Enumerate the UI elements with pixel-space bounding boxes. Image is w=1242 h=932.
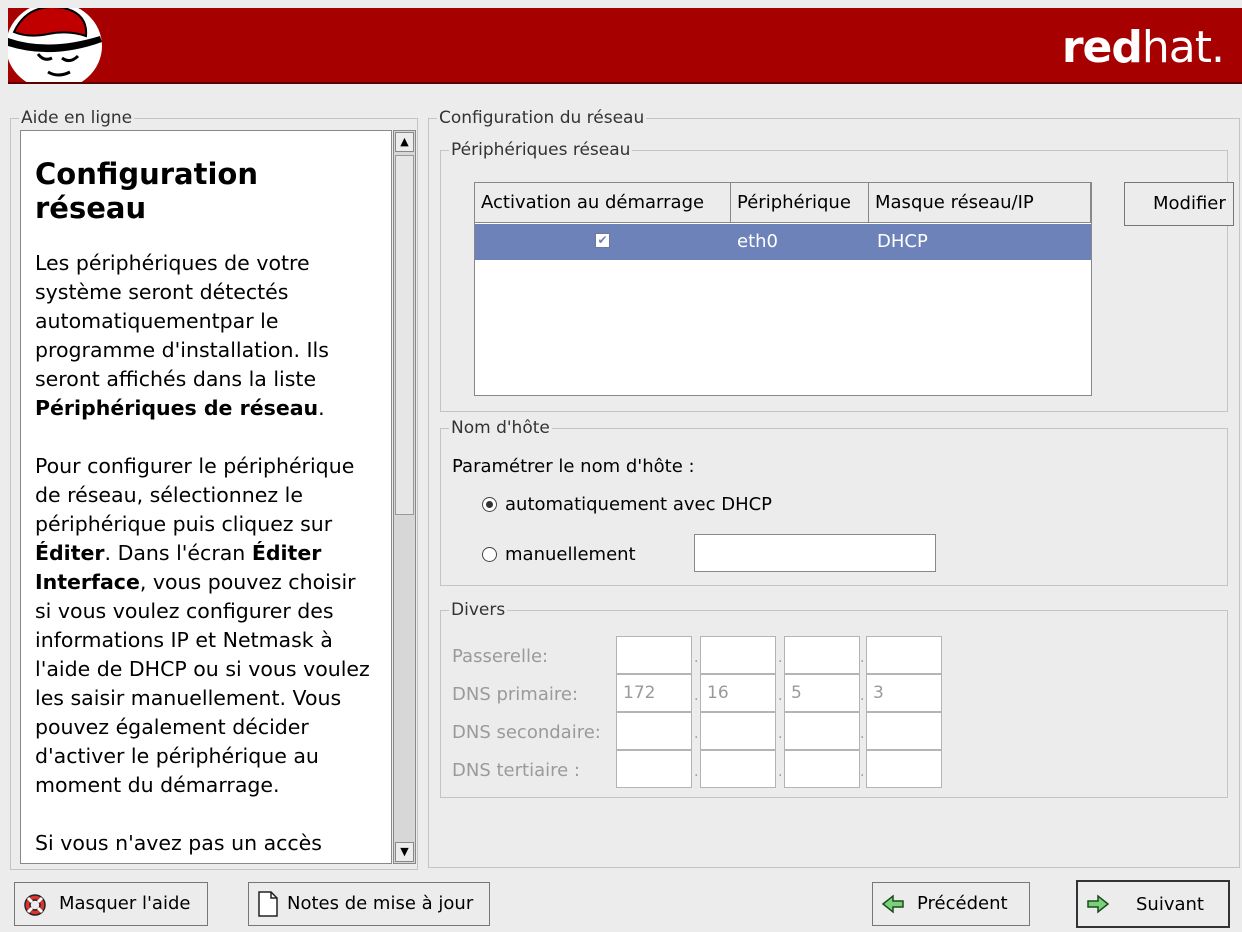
column-header-mask[interactable]: Masque réseau/IP — [869, 183, 1091, 223]
devices-table[interactable]: Activation au démarrage Périphérique Mas… — [474, 182, 1092, 396]
modify-button[interactable]: Modifier — [1124, 182, 1234, 226]
dns-secondary-label: DNS secondaire: — [452, 722, 601, 743]
dns3-octet-1[interactable] — [616, 750, 692, 788]
misc-frame-title: Divers — [449, 600, 508, 620]
device-cell: eth0 — [737, 231, 778, 252]
network-config-title: Configuration du réseau — [437, 108, 647, 128]
help-paragraph-1: Les périphériques de votre système seron… — [35, 251, 329, 420]
help-paragraph-3: Si vous n'avez pas un accès — [35, 831, 322, 855]
installer-window: redhat. Aide en ligne Configuration rése… — [0, 0, 1242, 932]
help-paragraph-2: Pour configurer le périphérique de résea… — [35, 454, 370, 797]
radio-auto-dhcp[interactable]: automatiquement avec DHCP — [482, 494, 772, 515]
table-row[interactable]: ✔ eth0 DHCP — [475, 224, 1091, 260]
back-button[interactable]: Précédent — [872, 882, 1030, 926]
dns1-octet-3[interactable]: 5 — [784, 674, 860, 712]
dns1-octet-4[interactable]: 3 — [866, 674, 942, 712]
hostname-input[interactable] — [694, 534, 936, 572]
mask-cell: DHCP — [877, 231, 928, 252]
column-header-device[interactable]: Périphérique — [731, 183, 869, 223]
hide-help-button[interactable]: Masquer l'aide — [14, 882, 208, 926]
header-banner: redhat. — [8, 8, 1242, 84]
dns-primary-label: DNS primaire: — [452, 684, 579, 705]
dns3-octet-2[interactable] — [700, 750, 776, 788]
dns2-octet-2[interactable] — [700, 712, 776, 750]
dns2-octet-3[interactable] — [784, 712, 860, 750]
next-button[interactable]: Suivant — [1076, 880, 1230, 928]
gateway-octet-4[interactable] — [866, 636, 942, 674]
scroll-down-arrow-icon[interactable]: ▼ — [395, 842, 414, 862]
dns2-octet-4[interactable] — [866, 712, 942, 750]
dns-tertiary-label: DNS tertiaire : — [452, 760, 580, 781]
radio-unselected-icon[interactable] — [482, 547, 497, 562]
scrollbar-thumb[interactable] — [395, 155, 414, 515]
help-heading: Configuration réseau — [35, 157, 258, 225]
dns3-octet-3[interactable] — [784, 750, 860, 788]
gateway-octet-2[interactable] — [700, 636, 776, 674]
document-icon — [258, 891, 278, 917]
help-scrollbar[interactable]: ▲ ▼ — [393, 130, 416, 864]
radio-manual[interactable]: manuellement — [482, 544, 636, 565]
devices-frame-title: Périphériques réseau — [449, 140, 633, 160]
hostname-prompt: Paramétrer le nom d'hôte : — [452, 456, 695, 477]
scroll-up-arrow-icon[interactable]: ▲ — [395, 132, 414, 152]
hostname-frame-title: Nom d'hôte — [449, 418, 552, 438]
activation-checkbox[interactable]: ✔ — [595, 233, 610, 248]
dns2-octet-1[interactable] — [616, 712, 692, 750]
dns1-octet-1[interactable]: 172 — [616, 674, 692, 712]
gateway-octet-3[interactable] — [784, 636, 860, 674]
radio-selected-icon[interactable] — [482, 497, 497, 512]
gateway-label: Passerelle: — [452, 646, 549, 667]
redhat-wordmark: redhat. — [1061, 22, 1225, 73]
help-text-view[interactable]: Configuration réseau Les périphériques d… — [20, 130, 392, 864]
gateway-octet-1[interactable] — [616, 636, 692, 674]
column-header-activation[interactable]: Activation au démarrage — [475, 183, 731, 223]
redhat-shadowman-logo — [8, 8, 102, 82]
dns3-octet-4[interactable] — [866, 750, 942, 788]
lifebuoy-icon — [24, 894, 46, 916]
dns1-octet-2[interactable]: 16 — [700, 674, 776, 712]
help-frame-title: Aide en ligne — [19, 108, 135, 128]
arrow-right-icon — [1087, 894, 1110, 914]
arrow-left-icon — [881, 894, 904, 914]
release-notes-button[interactable]: Notes de mise à jour — [248, 882, 490, 926]
